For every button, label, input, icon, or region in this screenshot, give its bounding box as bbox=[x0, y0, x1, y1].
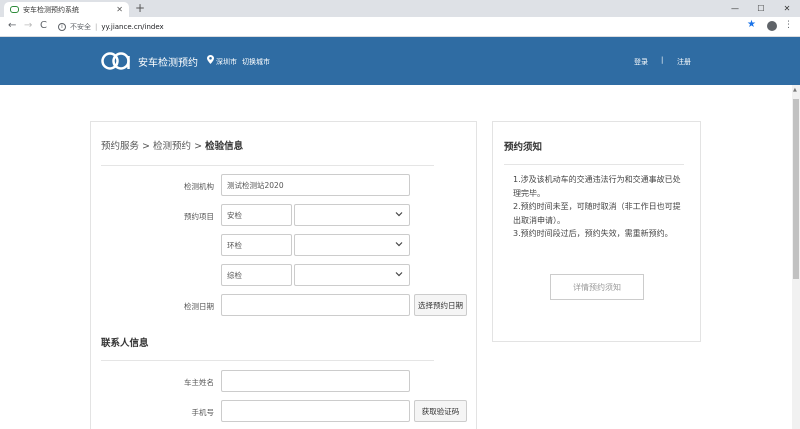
breadcrumb-current: 检验信息 bbox=[205, 141, 244, 152]
tab-title: 安车检测预约系统 bbox=[23, 5, 79, 14]
close-window-button[interactable]: ✕ bbox=[774, 0, 800, 17]
phone-field[interactable] bbox=[221, 400, 410, 422]
profile-icon[interactable] bbox=[767, 21, 777, 31]
contact-section-title: 联系人信息 bbox=[101, 338, 149, 349]
url-separator: | bbox=[95, 23, 98, 31]
minimize-button[interactable]: — bbox=[722, 0, 748, 17]
current-city: 深圳市 bbox=[216, 58, 237, 66]
items-label: 预约项目 bbox=[184, 212, 214, 221]
phone-label: 手机号 bbox=[191, 408, 215, 417]
header-divider: | bbox=[661, 56, 664, 64]
notice-body: 1.涉及该机动车的交通违法行为和交通事故已处理完毕。 2.预约时间未至，可随时取… bbox=[513, 173, 688, 241]
breadcrumb-item[interactable]: 预约服务 bbox=[101, 141, 139, 152]
tab-close-icon[interactable]: ✕ bbox=[116, 5, 123, 14]
browser-menu-icon[interactable]: ⋮ bbox=[784, 20, 793, 30]
switch-city-link[interactable]: 切换城市 bbox=[242, 57, 270, 67]
chevron-down-icon bbox=[395, 240, 403, 250]
back-button[interactable]: ← bbox=[8, 20, 16, 31]
date-field[interactable] bbox=[221, 294, 410, 316]
owner-name-label: 车主姓名 bbox=[184, 378, 214, 387]
logo-icon bbox=[101, 52, 130, 70]
scrollbar-thumb[interactable] bbox=[793, 99, 799, 279]
item-field-emission: 环检 bbox=[221, 234, 292, 256]
notice-item: 3.预约时间段过后，预约失效，需重新预约。 bbox=[513, 229, 673, 238]
address-bar[interactable]: i 不安全 | yy.jiance.cn/index bbox=[58, 20, 758, 34]
favicon-icon bbox=[10, 6, 19, 13]
reload-button[interactable]: C bbox=[40, 20, 47, 31]
browser-tab[interactable]: 安车检测预约系统 ✕ bbox=[4, 2, 129, 17]
url-text[interactable]: yy.jiance.cn/index bbox=[101, 23, 163, 31]
window-controls: — ☐ ✕ bbox=[722, 0, 800, 17]
browser-tabbar: 安车检测预约系统 ✕ + — ☐ ✕ bbox=[0, 0, 800, 17]
item-field-comprehensive: 综检 bbox=[221, 264, 292, 286]
register-link[interactable]: 注册 bbox=[677, 57, 691, 67]
get-code-button[interactable]: 获取验证码 bbox=[414, 400, 467, 422]
station-value: 测试检测站2020 bbox=[227, 180, 284, 190]
divider bbox=[101, 165, 434, 166]
notice-item: 2.预约时间未至，可随时取消（非工作日也可提出取消申请）。 bbox=[513, 202, 681, 225]
site-header: 安车检测预约 深圳市 切换城市 登录 | 注册 bbox=[0, 37, 800, 85]
breadcrumb-separator: > bbox=[194, 141, 203, 152]
date-label: 检测日期 bbox=[184, 302, 214, 311]
item-select-comprehensive[interactable] bbox=[294, 264, 410, 286]
owner-name-field[interactable] bbox=[221, 370, 410, 392]
new-tab-button[interactable]: + bbox=[135, 1, 145, 15]
item-field-safety: 安检 bbox=[221, 204, 292, 226]
station-label: 检测机构 bbox=[184, 182, 214, 191]
page-scrollbar[interactable]: ▲ bbox=[792, 85, 800, 429]
divider bbox=[101, 360, 434, 361]
notice-title: 预约须知 bbox=[504, 142, 543, 153]
location-pin-icon bbox=[207, 55, 214, 66]
insecure-label: 不安全 bbox=[70, 23, 91, 31]
chevron-down-icon bbox=[395, 270, 403, 280]
site-logo-text[interactable]: 安车检测预约 bbox=[138, 54, 198, 69]
forward-button[interactable]: → bbox=[24, 20, 32, 31]
breadcrumb-separator: > bbox=[142, 141, 151, 152]
item-select-safety[interactable] bbox=[294, 204, 410, 226]
item-select-emission[interactable] bbox=[294, 234, 410, 256]
browser-toolbar: ← → C i 不安全 | yy.jiance.cn/index ★ ⋮ bbox=[0, 17, 800, 37]
chevron-down-icon bbox=[395, 210, 403, 220]
item-name: 安检 bbox=[227, 210, 242, 220]
bookmark-star-icon[interactable]: ★ bbox=[747, 19, 756, 30]
breadcrumb: 预约服务 > 检测预约 > 检验信息 bbox=[101, 138, 243, 152]
item-name: 综检 bbox=[227, 270, 242, 280]
divider bbox=[504, 164, 684, 165]
item-name: 环检 bbox=[227, 240, 242, 250]
select-date-button[interactable]: 选择预约日期 bbox=[414, 294, 467, 316]
info-icon[interactable]: i bbox=[58, 23, 66, 31]
notice-details-button[interactable]: 详情预约须知 bbox=[550, 274, 644, 300]
breadcrumb-item[interactable]: 检测预约 bbox=[153, 141, 191, 152]
station-field[interactable]: 测试检测站2020 bbox=[221, 174, 410, 196]
notice-item: 1.涉及该机动车的交通违法行为和交通事故已处理完毕。 bbox=[513, 175, 681, 198]
maximize-button[interactable]: ☐ bbox=[748, 0, 774, 17]
login-link[interactable]: 登录 bbox=[634, 57, 648, 67]
scroll-up-icon[interactable]: ▲ bbox=[793, 87, 797, 93]
